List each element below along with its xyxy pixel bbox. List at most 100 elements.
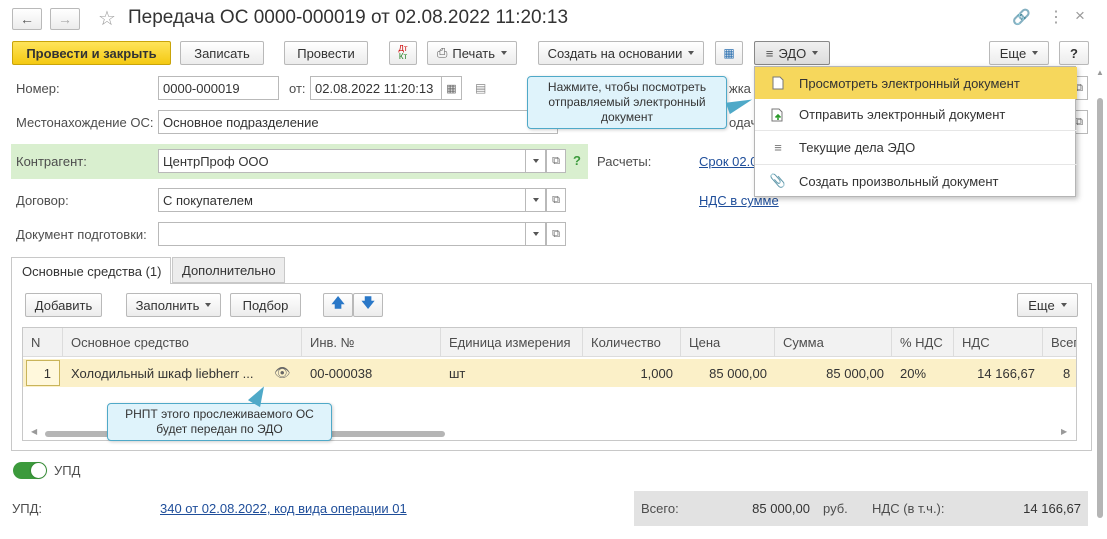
currency-label: руб. bbox=[823, 501, 848, 516]
arrow-down-icon: 🡇 bbox=[361, 295, 375, 310]
edo-menu-create-custom[interactable]: 📎 Создать произвольный документ bbox=[755, 165, 1077, 197]
counterparty-open-button[interactable]: ⧉ bbox=[546, 149, 566, 173]
total-value-field: 85 000,00 bbox=[752, 500, 810, 516]
dt-kt-icon: Дт Кт bbox=[398, 44, 408, 61]
post-button[interactable]: Провести bbox=[284, 41, 368, 65]
arrow-left-icon: ← bbox=[20, 11, 34, 27]
cell-asset: Холодильный шкаф liebherr ... bbox=[71, 365, 254, 381]
table-row[interactable]: 1 Холодильный шкаф liebherr ... 👁 00-000… bbox=[23, 359, 1076, 387]
settlements-link[interactable]: Срок 02.0 bbox=[699, 154, 757, 169]
col-vat[interactable]: НДС bbox=[954, 328, 1043, 356]
col-n[interactable]: N bbox=[23, 328, 63, 356]
create-based-on-button[interactable]: Создать на основании bbox=[538, 41, 704, 65]
counterparty-field[interactable]: ЦентрПроф ООО bbox=[158, 149, 526, 173]
vat-total-value-field: 14 166,67 bbox=[1023, 500, 1081, 516]
col-total[interactable]: Всег bbox=[1043, 328, 1076, 356]
upd-toggle-label: УПД bbox=[54, 463, 81, 478]
move-down-button[interactable]: 🡇 bbox=[353, 293, 383, 317]
forward-button[interactable]: → bbox=[50, 8, 80, 30]
open-icon: ⧉ bbox=[552, 227, 560, 240]
number-label: Номер: bbox=[16, 81, 60, 96]
vertical-scroll-thumb[interactable] bbox=[1097, 98, 1103, 518]
scroll-right-icon[interactable]: ▶ bbox=[1061, 427, 1067, 436]
prep-doc-dropdown[interactable] bbox=[526, 222, 546, 246]
vertical-scrollbar[interactable]: ▲ bbox=[1096, 68, 1104, 528]
upd-link[interactable]: 340 от 02.08.2022, код вида операции 01 bbox=[160, 501, 407, 516]
col-qty[interactable]: Количество bbox=[583, 328, 681, 356]
edo-icon: ≡ bbox=[765, 45, 774, 61]
contract-field[interactable]: С покупателем bbox=[158, 188, 526, 212]
prep-doc-field[interactable] bbox=[158, 222, 526, 246]
counterparty-label: Контрагент: bbox=[16, 154, 87, 169]
question-icon[interactable]: ? bbox=[573, 153, 581, 168]
counterparty-dropdown[interactable] bbox=[526, 149, 546, 173]
upd-toggle[interactable] bbox=[13, 462, 47, 479]
scroll-left-icon[interactable]: ◀ bbox=[31, 427, 37, 436]
edo-menu-current-tasks[interactable]: ≡ Текущие дела ЭДО bbox=[755, 131, 1077, 165]
col-price[interactable]: Цена bbox=[681, 328, 775, 356]
contract-dropdown[interactable] bbox=[526, 188, 546, 212]
tab-fixed-assets[interactable]: Основные средства (1) bbox=[11, 257, 171, 284]
col-vat-rate[interactable]: % НДС bbox=[892, 328, 954, 356]
total-label: Всего: bbox=[641, 501, 679, 516]
edo-tasks-icon: ≡ bbox=[774, 140, 782, 155]
dt-kt-button[interactable]: Дт Кт bbox=[389, 41, 417, 65]
document-icon bbox=[771, 76, 785, 90]
link-icon[interactable]: 🔗 bbox=[1012, 8, 1031, 26]
cell-price: 85 000,00 bbox=[709, 365, 767, 381]
contract-open-button[interactable]: ⧉ bbox=[546, 188, 566, 212]
cell-vat-rate: 20% bbox=[900, 365, 927, 381]
location-field[interactable]: Основное подразделение bbox=[158, 110, 558, 134]
post-and-close-button[interactable]: Провести и закрыть bbox=[12, 41, 171, 65]
calendar-button[interactable]: ▦ bbox=[442, 76, 462, 100]
col-sum[interactable]: Сумма bbox=[775, 328, 892, 356]
back-button[interactable]: ← bbox=[12, 8, 42, 30]
col-inv[interactable]: Инв. № bbox=[302, 328, 441, 356]
paperclip-icon: 📎 bbox=[769, 173, 787, 188]
col-unit[interactable]: Единица измерения bbox=[441, 328, 583, 356]
edo-menu-view-document[interactable]: Просмотреть электронный документ bbox=[755, 67, 1077, 99]
tab-additional[interactable]: Дополнительно bbox=[172, 257, 285, 283]
edo-hint-tooltip: Нажмите, чтобы посмотреть отправляемый э… bbox=[527, 76, 727, 129]
open-icon: ⧉ bbox=[552, 154, 560, 167]
date-field[interactable]: 02.08.2022 11:20:13 bbox=[310, 76, 442, 100]
comment-icon[interactable]: ▤ bbox=[475, 81, 486, 95]
cell-total: 8 bbox=[1063, 365, 1071, 381]
edo-button[interactable]: ≡ ЭДО bbox=[754, 41, 830, 65]
save-button[interactable]: Записать bbox=[180, 41, 264, 65]
table-more-button[interactable]: Еще bbox=[1017, 293, 1078, 317]
structure-button[interactable]: ▦ bbox=[715, 41, 743, 65]
structure-icon: ▦ bbox=[723, 46, 735, 60]
open-icon: ⧉ bbox=[552, 193, 560, 206]
contract-label: Договор: bbox=[16, 193, 69, 208]
table-header: N Основное средство Инв. № Единица измер… bbox=[23, 328, 1076, 357]
prep-doc-open-button[interactable]: ⧉ bbox=[546, 222, 566, 246]
location-label: Местонахождение ОС: bbox=[16, 115, 154, 130]
printer-icon: ⎙ bbox=[437, 45, 448, 60]
print-button[interactable]: ⎙ Печать bbox=[427, 41, 517, 65]
toggle-knob bbox=[31, 463, 46, 478]
close-icon[interactable]: × bbox=[1075, 6, 1085, 26]
scroll-up-icon[interactable]: ▲ bbox=[1096, 68, 1104, 77]
select-button[interactable]: Подбор bbox=[230, 293, 301, 317]
edo-menu: Просмотреть электронный документ Отправи… bbox=[754, 66, 1077, 197]
traceable-icon[interactable]: 👁 bbox=[274, 365, 291, 381]
number-field[interactable]: 0000-000019 bbox=[158, 76, 279, 100]
add-row-button[interactable]: Добавить bbox=[25, 293, 102, 317]
more-button[interactable]: Еще bbox=[989, 41, 1049, 65]
edo-menu-send-document[interactable]: Отправить электронный документ bbox=[755, 99, 1077, 131]
page-title: Передача ОС 0000-000019 от 02.08.2022 11… bbox=[128, 7, 569, 28]
cell-inv: 00-000038 bbox=[310, 365, 373, 381]
favorite-star-icon[interactable]: ☆ bbox=[98, 6, 116, 31]
settlements-label: Расчеты: bbox=[597, 154, 652, 169]
calendar-icon: ▦ bbox=[446, 82, 457, 95]
col-asset[interactable]: Основное средство bbox=[63, 328, 302, 356]
help-button[interactable]: ? bbox=[1059, 41, 1089, 65]
cell-qty: 1,000 bbox=[640, 365, 673, 381]
right-field-label-2: одач bbox=[729, 115, 758, 130]
edo-tooltip-pointer bbox=[725, 93, 755, 115]
more-vertical-icon[interactable]: ⋮ bbox=[1048, 7, 1064, 27]
prep-doc-label: Документ подготовки: bbox=[16, 227, 147, 242]
move-up-button[interactable]: 🡅 bbox=[323, 293, 353, 317]
fill-button[interactable]: Заполнить bbox=[126, 293, 221, 317]
